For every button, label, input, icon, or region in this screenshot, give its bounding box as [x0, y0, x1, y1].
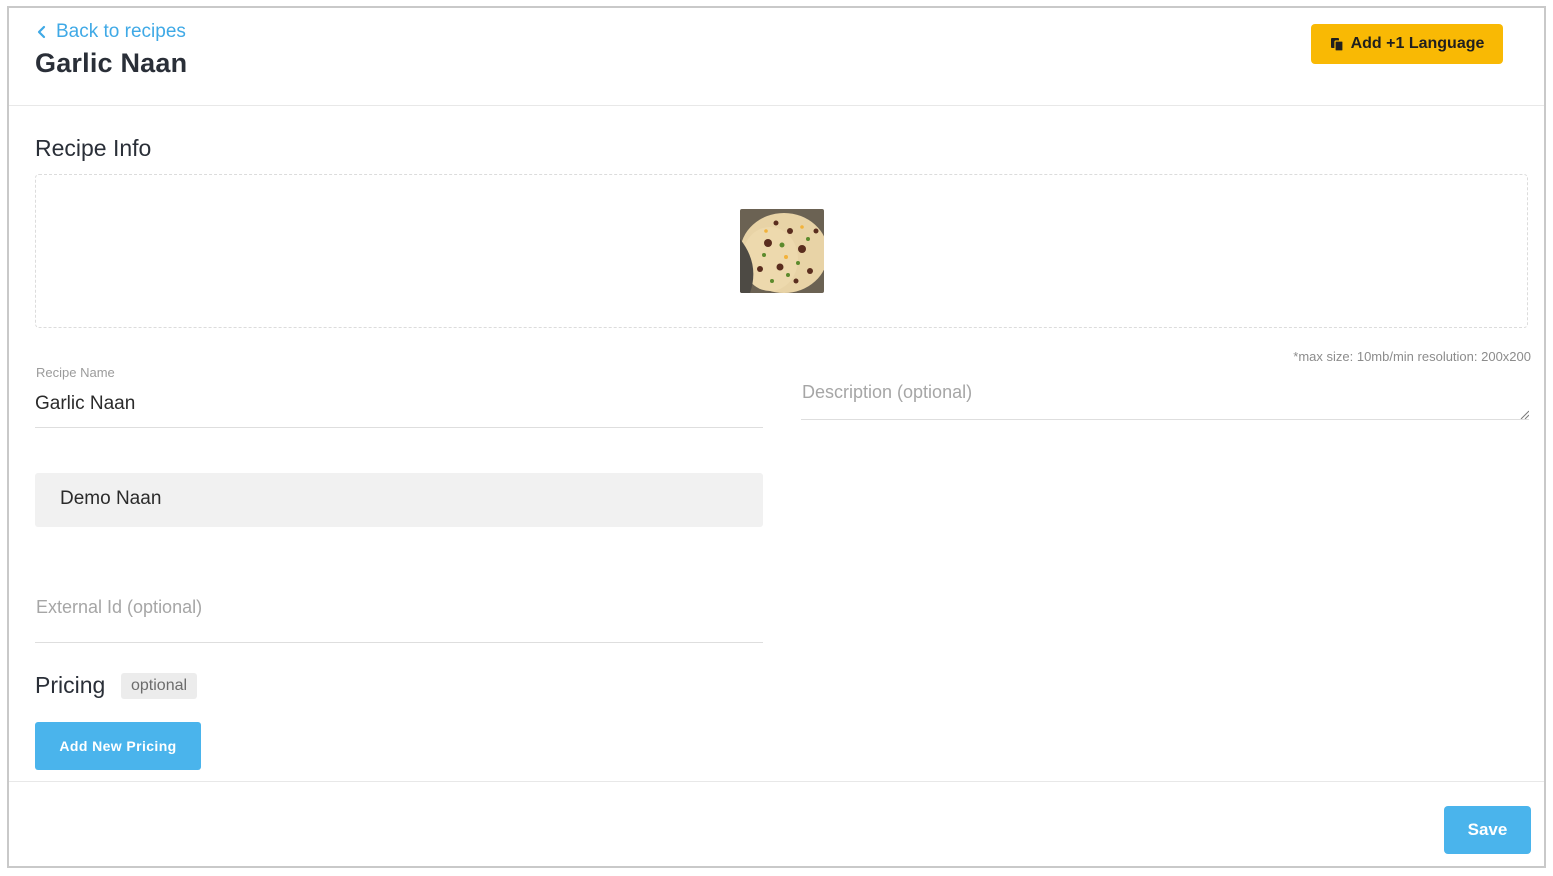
copy-icon [1330, 37, 1344, 52]
description-field[interactable]: Description (optional) [801, 380, 1529, 422]
pricing-heading: Pricing [35, 672, 106, 698]
back-to-recipes-link[interactable]: Back to recipes [36, 21, 186, 43]
category-select[interactable]: Demo Naan [35, 473, 763, 527]
optional-badge: optional [121, 673, 198, 699]
description-input[interactable]: Description (optional) [802, 382, 972, 403]
naan-photo[interactable] [740, 209, 824, 293]
save-button[interactable]: Save [1444, 806, 1531, 854]
recipe-info-heading: Recipe Info [35, 135, 152, 161]
page-title: Garlic Naan [35, 48, 188, 78]
category-select-value: Demo Naan [60, 488, 162, 509]
page-header: Back to recipes Garlic Naan Add +1 Langu… [9, 8, 1544, 106]
recipe-name-underline [35, 427, 763, 428]
add-new-pricing-button[interactable]: Add New Pricing [35, 722, 201, 770]
recipe-editor: Back to recipes Garlic Naan Add +1 Langu… [7, 6, 1546, 868]
add-language-button[interactable]: Add +1 Language [1311, 24, 1503, 64]
recipe-name-label: Recipe Name [36, 365, 115, 380]
back-link-label: Back to recipes [56, 21, 186, 42]
upload-hint: *max size: 10mb/min resolution: 200x200 [1293, 349, 1531, 364]
resize-grip-icon[interactable] [1519, 409, 1529, 419]
recipe-name-input[interactable]: Garlic Naan [35, 393, 135, 415]
image-upload-dropzone[interactable] [35, 174, 1528, 328]
add-language-label: Add +1 Language [1350, 35, 1485, 52]
recipe-name-field[interactable]: Recipe Name Garlic Naan [35, 365, 763, 429]
page-footer: Save [9, 781, 1544, 866]
external-id-input[interactable]: External Id (optional) [36, 597, 202, 618]
external-id-underline [35, 642, 763, 643]
chevron-left-icon [37, 25, 46, 39]
description-underline [801, 419, 1529, 420]
external-id-field[interactable]: External Id (optional) [35, 595, 763, 645]
